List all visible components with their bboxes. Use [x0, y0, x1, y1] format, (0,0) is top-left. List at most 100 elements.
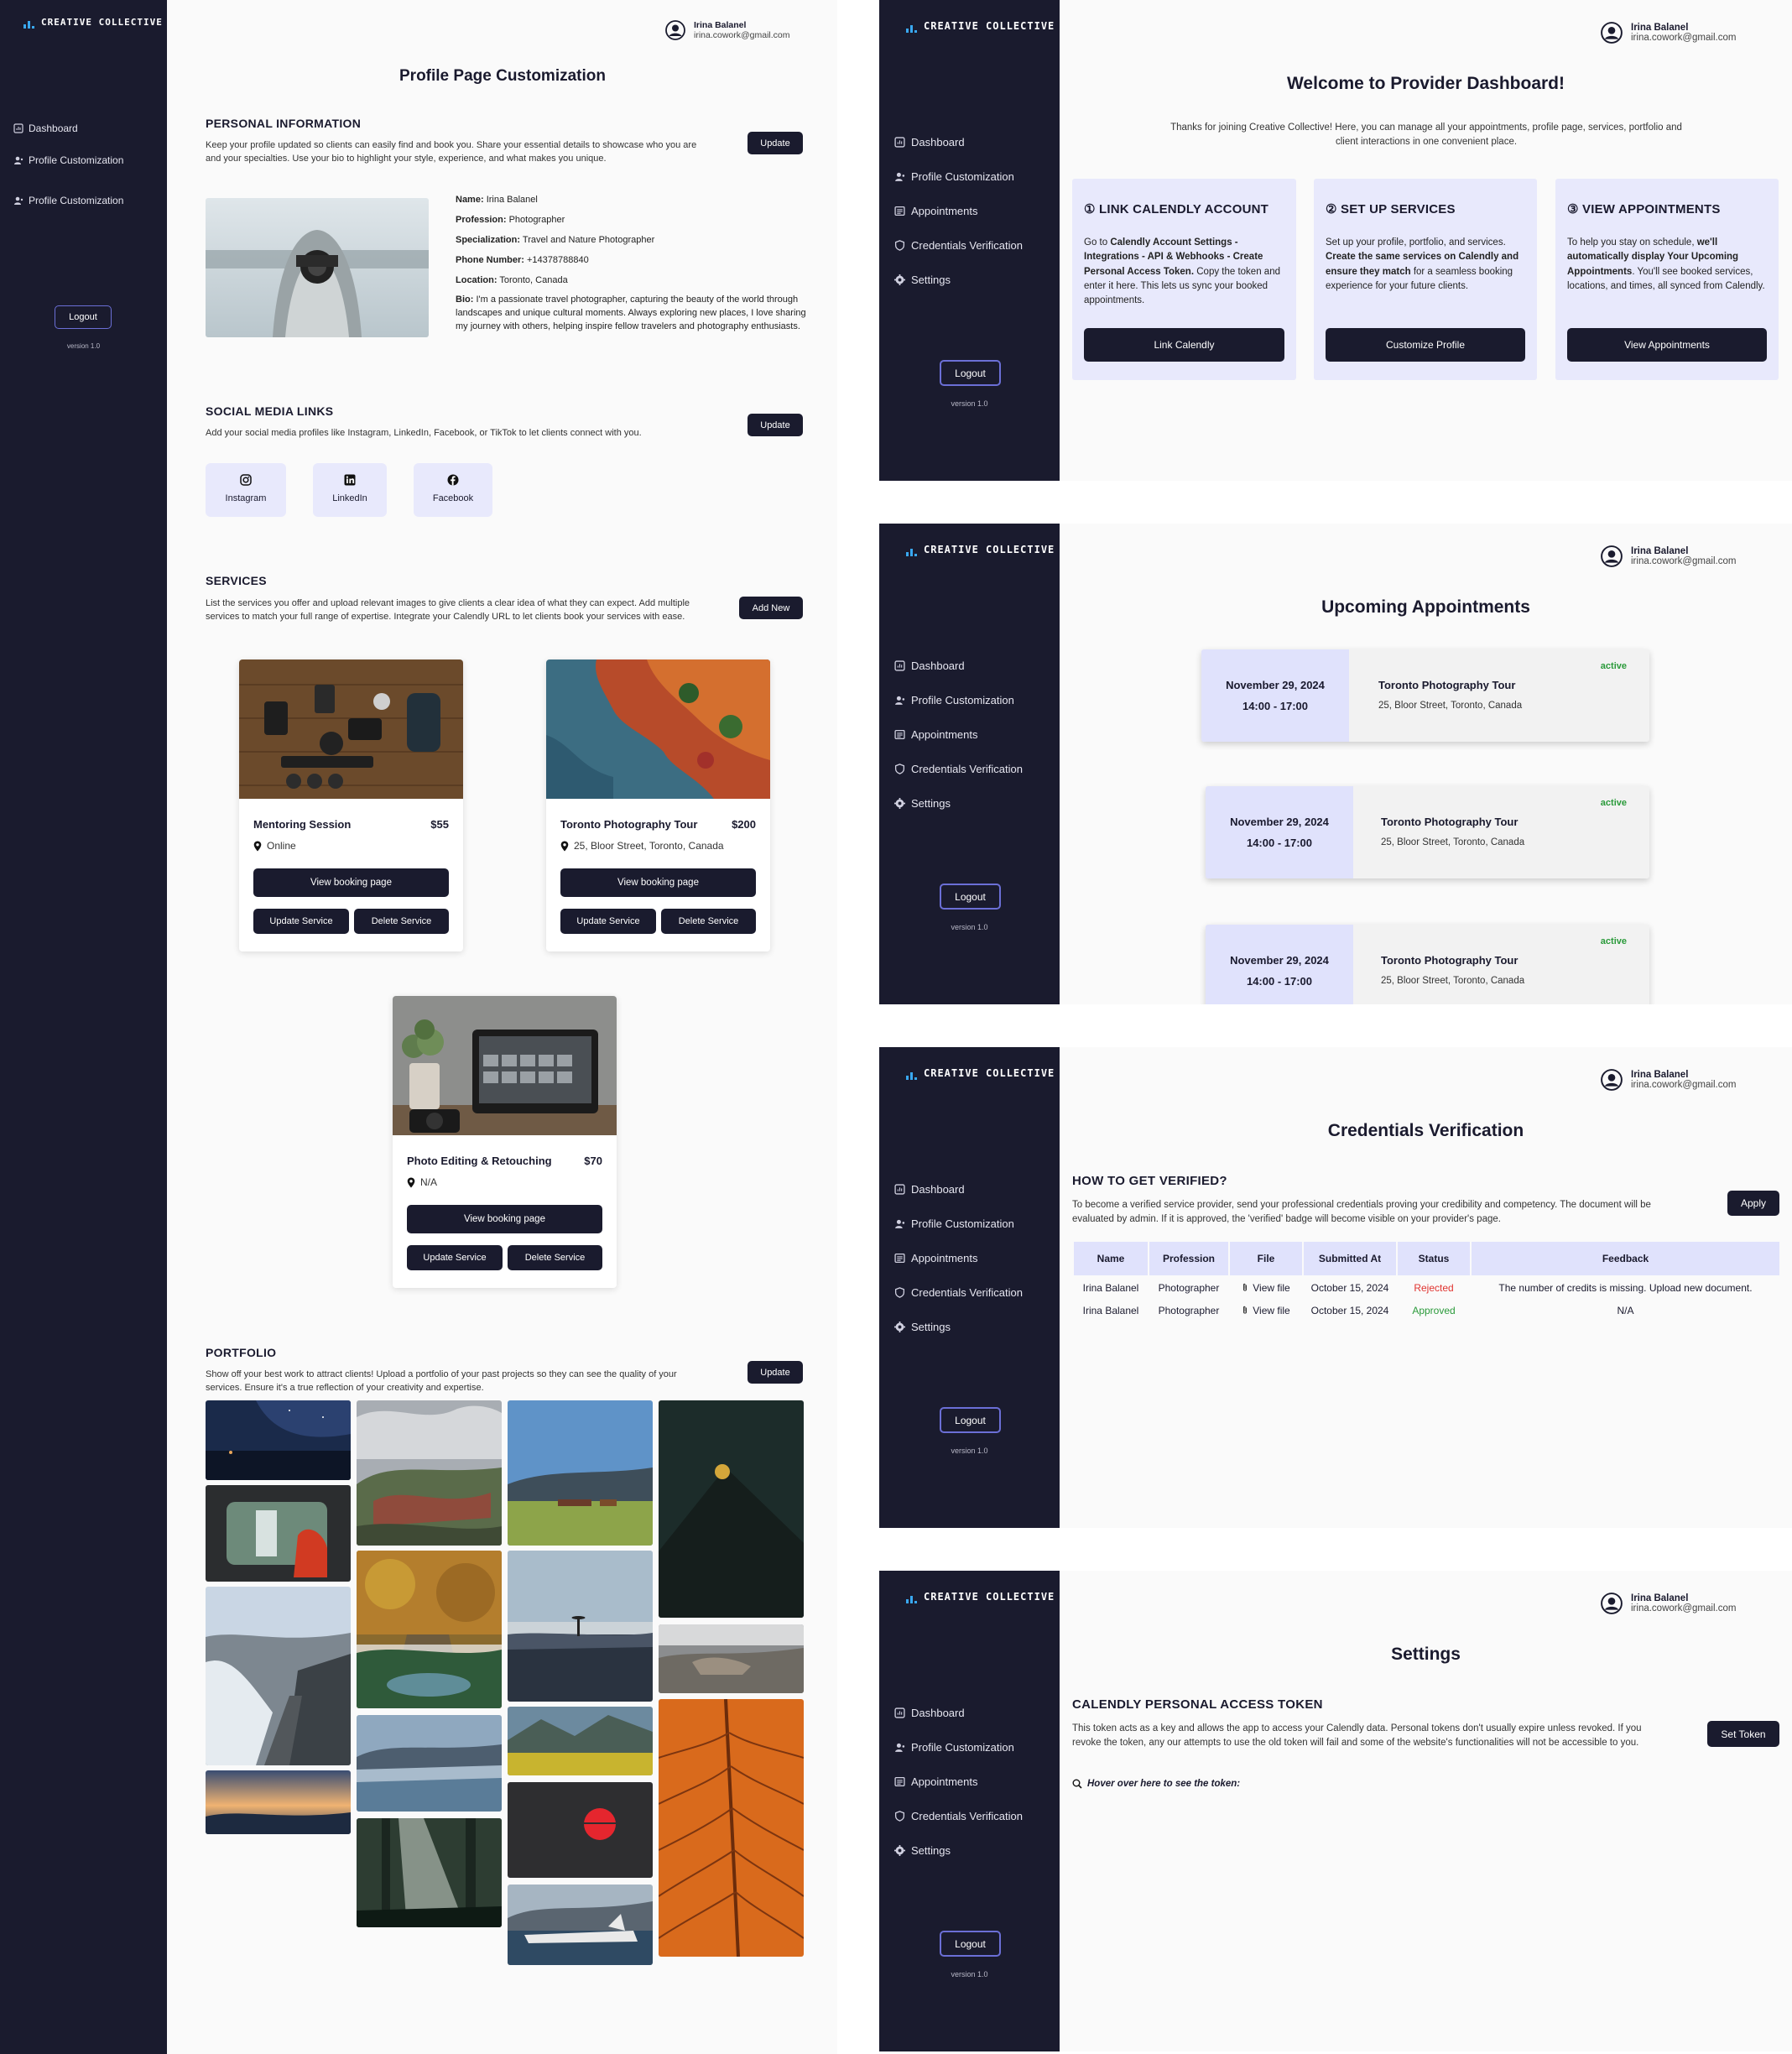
sidebar-item-credentials-verification[interactable]: Credentials Verification: [894, 1286, 1023, 1299]
social-link-facebook[interactable]: Facebook: [414, 463, 492, 517]
user-info[interactable]: Irina Balanel irina.cowork@gmail.com: [1601, 22, 1736, 44]
logout-button[interactable]: Logout: [940, 1407, 1001, 1433]
view-booking-page-button[interactable]: View booking page: [407, 1205, 602, 1233]
customize-profile-button[interactable]: Customize Profile: [1326, 328, 1525, 362]
cell-file[interactable]: View file: [1230, 1300, 1302, 1321]
sidebar-item-profile-customization[interactable]: Profile Customization: [894, 1217, 1014, 1230]
service-image: [239, 659, 463, 799]
apply-button[interactable]: Apply: [1727, 1191, 1779, 1216]
portfolio-photo[interactable]: [206, 1485, 351, 1582]
portfolio-photo[interactable]: [357, 1400, 502, 1546]
portfolio-photo[interactable]: [508, 1885, 653, 1965]
update-portfolio-button[interactable]: Update: [748, 1361, 803, 1384]
add-service-button[interactable]: Add New: [739, 597, 803, 619]
portfolio-photo[interactable]: [206, 1587, 351, 1765]
user-email: irina.cowork@gmail.com: [1631, 556, 1737, 566]
set-token-button[interactable]: Set Token: [1707, 1721, 1779, 1747]
update-service-button[interactable]: Update Service: [560, 909, 656, 934]
step-text: Go to Calendly Account Settings - Integr…: [1084, 236, 1287, 308]
portfolio-photo[interactable]: [508, 1551, 653, 1702]
sidebar-item-profile-customization[interactable]: Profile Customization: [894, 170, 1014, 183]
brand-logo[interactable]: CREATIVE COLLECTIVE: [23, 17, 163, 29]
brand-logo[interactable]: CREATIVE COLLECTIVE: [906, 20, 1055, 33]
sidebar-item-settings[interactable]: Settings: [894, 274, 951, 286]
sidebar-item-dashboard[interactable]: Dashboard: [894, 659, 965, 672]
view-file-link[interactable]: View file: [1253, 1282, 1289, 1294]
user-avatar-icon: [1601, 1069, 1623, 1091]
portfolio-photo[interactable]: [508, 1400, 653, 1546]
sidebar-item-profile-customization-2[interactable]: Profile Customization: [13, 195, 123, 206]
appointment-card[interactable]: November 29, 2024 14:00 - 17:00 Toronto …: [1206, 786, 1649, 878]
sidebar-item-credentials-verification[interactable]: Credentials Verification: [894, 763, 1023, 775]
portfolio-photo[interactable]: [508, 1782, 653, 1878]
user-email: irina.cowork@gmail.com: [1631, 1080, 1737, 1090]
brand-logo[interactable]: CREATIVE COLLECTIVE: [906, 544, 1055, 556]
sidebar-item-settings[interactable]: Settings: [894, 1321, 951, 1333]
logout-button[interactable]: Logout: [940, 884, 1001, 910]
brand-name: CREATIVE COLLECTIVE: [41, 17, 163, 28]
user-info[interactable]: Irina Balanel irina.cowork@gmail.com: [1601, 1593, 1736, 1614]
update-social-button[interactable]: Update: [748, 414, 803, 436]
view-appointments-button[interactable]: View Appointments: [1567, 328, 1767, 362]
portfolio-photo[interactable]: [357, 1551, 502, 1708]
logout-button[interactable]: Logout: [940, 1931, 1001, 1957]
info-label: Bio:: [456, 295, 474, 305]
social-link-instagram[interactable]: Instagram: [206, 463, 286, 517]
portfolio-photo[interactable]: [206, 1770, 351, 1834]
logout-button[interactable]: Logout: [55, 305, 112, 329]
step-text-part: Go to: [1084, 237, 1111, 248]
view-booking-page-button[interactable]: View booking page: [253, 868, 449, 897]
sidebar-item-settings[interactable]: Settings: [894, 797, 951, 810]
sidebar-item-dashboard[interactable]: Dashboard: [894, 1707, 965, 1719]
logout-button[interactable]: Logout: [940, 360, 1001, 386]
appointment-date-panel: November 29, 2024 14:00 - 17:00: [1206, 925, 1353, 1004]
sidebar-item-appointments[interactable]: Appointments: [894, 1252, 978, 1264]
portfolio-photo[interactable]: [659, 1624, 804, 1693]
portfolio-photo[interactable]: [357, 1715, 502, 1812]
sidebar-item-appointments[interactable]: Appointments: [894, 205, 978, 217]
sidebar-item-credentials-verification[interactable]: Credentials Verification: [894, 239, 1023, 252]
delete-service-button[interactable]: Delete Service: [354, 909, 449, 934]
sidebar-item-credentials-verification[interactable]: Credentials Verification: [894, 1810, 1023, 1822]
sidebar-item-settings[interactable]: Settings: [894, 1844, 951, 1857]
portfolio-photo[interactable]: [206, 1400, 351, 1480]
brand-logo[interactable]: CREATIVE COLLECTIVE: [906, 1067, 1055, 1080]
brand-logo[interactable]: CREATIVE COLLECTIVE: [906, 1591, 1055, 1603]
cell-file[interactable]: View file: [1230, 1277, 1302, 1298]
token-hover-hint[interactable]: Hover over here to see the token:: [1072, 1779, 1240, 1789]
portfolio-photo[interactable]: [357, 1818, 502, 1927]
sidebar-item-appointments[interactable]: Appointments: [894, 728, 978, 741]
view-booking-page-button[interactable]: View booking page: [560, 868, 756, 897]
portfolio-photo[interactable]: [659, 1699, 804, 1957]
user-info[interactable]: Irina Balanel irina.cowork@gmail.com: [665, 20, 790, 40]
column-header: Status: [1398, 1242, 1470, 1275]
delete-service-button[interactable]: Delete Service: [508, 1245, 602, 1270]
user-info[interactable]: Irina Balanel irina.cowork@gmail.com: [1601, 545, 1736, 567]
delete-service-button[interactable]: Delete Service: [661, 909, 756, 934]
cell-submitted-at: October 15, 2024: [1310, 1281, 1389, 1294]
appointment-card[interactable]: November 29, 2024 14:00 - 17:00 Toronto …: [1206, 925, 1649, 1004]
brand-name: CREATIVE COLLECTIVE: [924, 1067, 1055, 1079]
instagram-icon: [240, 474, 252, 486]
sidebar-item-label: Settings: [911, 274, 951, 286]
view-file-link[interactable]: View file: [1253, 1305, 1289, 1316]
update-personal-info-button[interactable]: Update: [748, 132, 803, 154]
update-service-button[interactable]: Update Service: [253, 909, 349, 934]
link-calendly-button[interactable]: Link Calendly: [1084, 328, 1284, 362]
sidebar-item-profile-customization[interactable]: Profile Customization: [894, 694, 1014, 706]
sidebar-item-profile-customization[interactable]: Profile Customization: [894, 1741, 1014, 1754]
social-link-linkedin[interactable]: LinkedIn: [313, 463, 387, 517]
sidebar-item-dashboard[interactable]: Dashboard: [13, 123, 78, 134]
gear-icon: [894, 274, 905, 285]
sidebar-item-profile-customization[interactable]: Profile Customization: [13, 154, 123, 166]
portfolio-photo[interactable]: [508, 1707, 653, 1775]
sidebar-item-dashboard[interactable]: Dashboard: [894, 136, 965, 149]
user-info[interactable]: Irina Balanel irina.cowork@gmail.com: [1601, 1069, 1736, 1091]
update-service-button[interactable]: Update Service: [407, 1245, 503, 1270]
appointment-card[interactable]: November 29, 2024 14:00 - 17:00 Toronto …: [1201, 649, 1649, 742]
sidebar-item-dashboard[interactable]: Dashboard: [894, 1183, 965, 1196]
portfolio-photo[interactable]: [659, 1400, 804, 1618]
sidebar-item-label: Appointments: [911, 1252, 978, 1264]
sidebar-item-appointments[interactable]: Appointments: [894, 1775, 978, 1788]
service-card-photo-editing: Photo Editing & Retouching $70 N/A View …: [393, 996, 617, 1288]
